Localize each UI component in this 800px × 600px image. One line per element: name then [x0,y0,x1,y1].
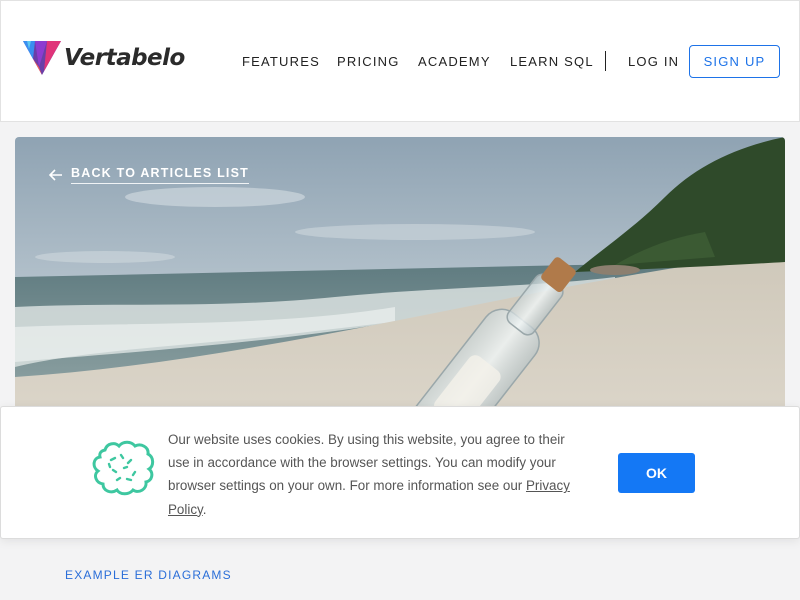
cookie-icon [92,440,155,496]
vertabelo-logo-icon [23,41,61,75]
cookie-message-end: . [202,501,207,517]
cookie-ok-button[interactable]: OK [618,453,695,493]
login-link[interactable]: LOG IN [628,54,679,69]
site-header: Vertabelo FEATURES PRICING ACADEMY LEARN… [0,0,800,122]
back-to-articles-link[interactable]: BACK TO ARTICLES LIST [49,166,249,184]
signup-button[interactable]: SIGN UP [689,45,780,78]
nav-academy[interactable]: ACADEMY [418,54,491,69]
logo-text: Vertabelo [64,45,185,71]
nav-features[interactable]: FEATURES [242,54,320,69]
cookie-banner: Our website uses cookies. By using this … [0,406,800,539]
nav-divider [605,51,606,71]
cookie-message: Our website uses cookies. By using this … [168,428,588,521]
nav-learn-sql[interactable]: LEARN SQL [510,54,594,69]
cookie-message-text: Our website uses cookies. By using this … [168,432,565,494]
logo-link[interactable]: Vertabelo [23,41,185,75]
category-link[interactable]: EXAMPLE ER DIAGRAMS [65,568,232,582]
nav-pricing[interactable]: PRICING [337,54,400,69]
back-link-label: BACK TO ARTICLES LIST [71,166,249,184]
arrow-left-icon [49,169,62,181]
